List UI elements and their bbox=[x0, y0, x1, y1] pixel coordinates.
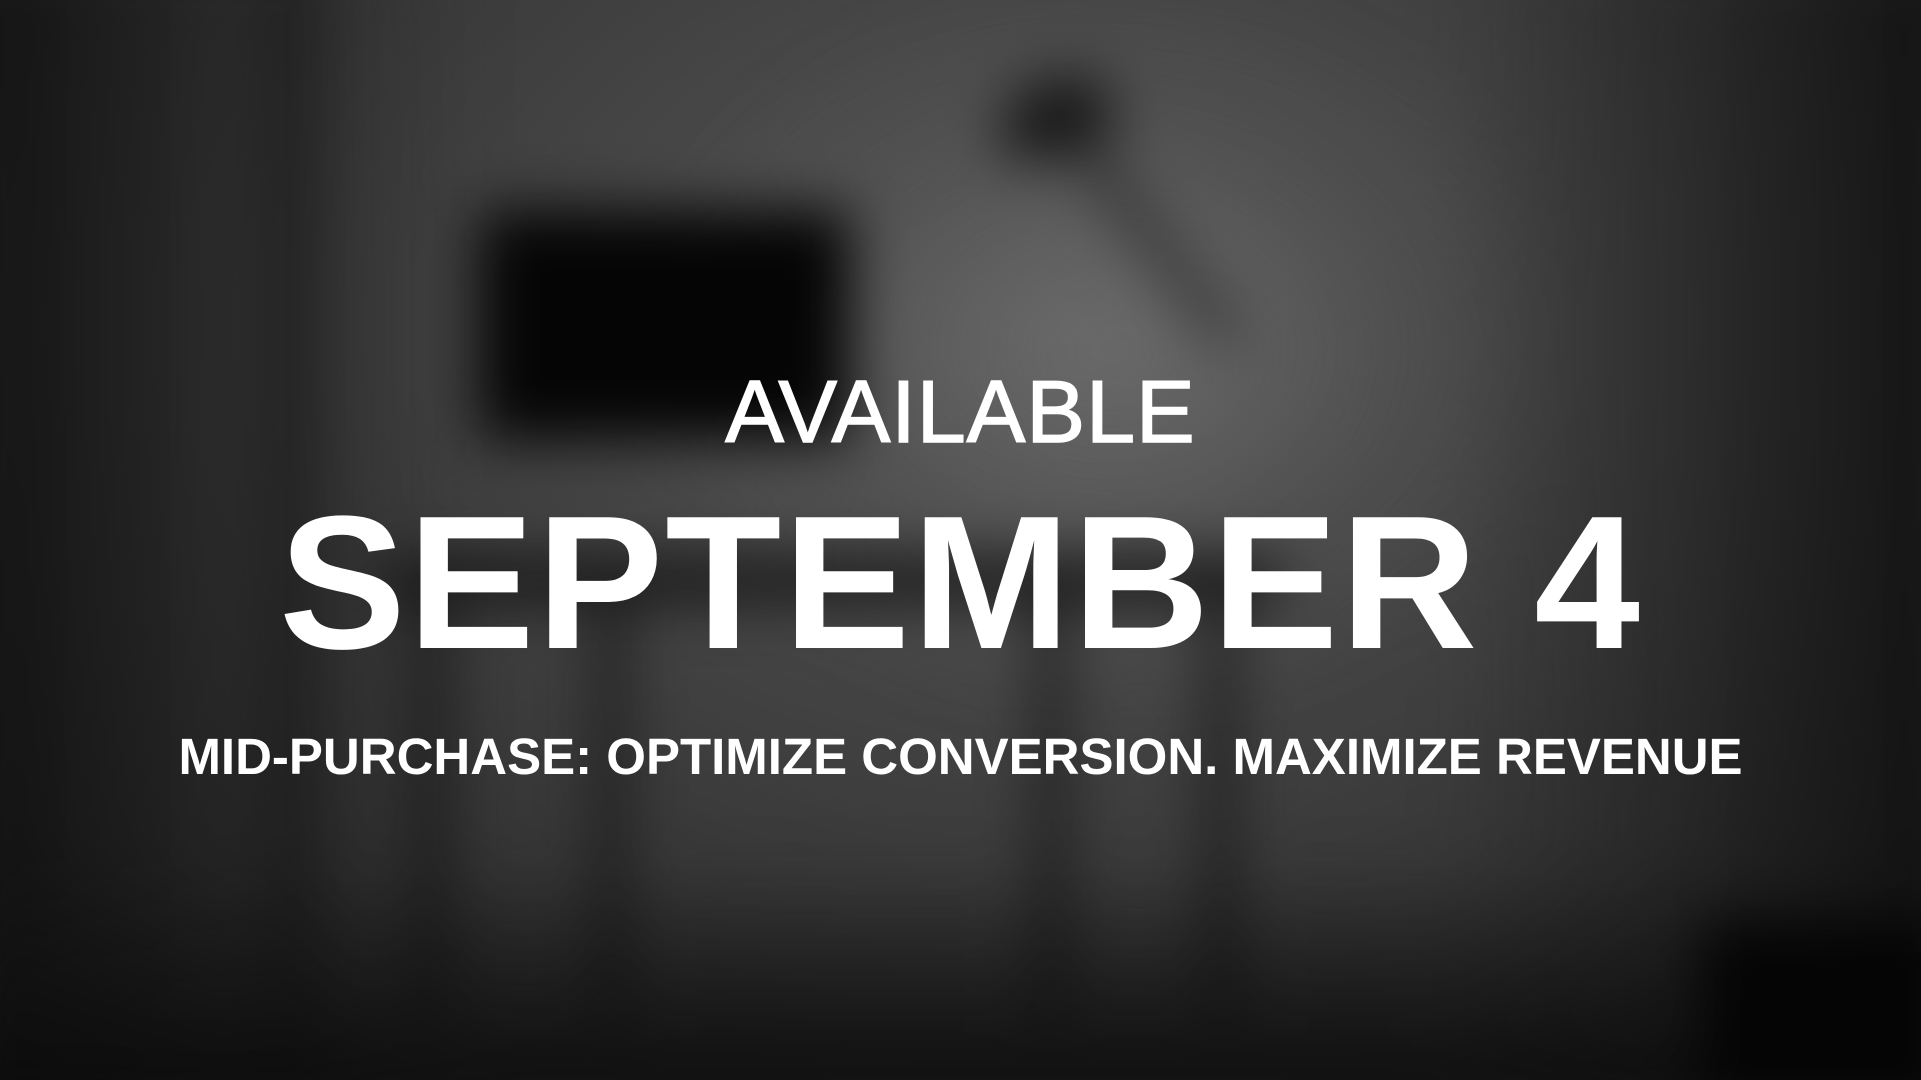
kicker-text: AVAILABLE bbox=[725, 362, 1196, 461]
slide-canvas: AVAILABLE SEPTEMBER 4 MID-PURCHASE: OPTI… bbox=[0, 0, 1921, 1080]
release-date-headline: SEPTEMBER 4 bbox=[279, 477, 1642, 689]
announcement-text-block: AVAILABLE SEPTEMBER 4 MID-PURCHASE: OPTI… bbox=[0, 0, 1921, 1080]
tagline-text: MID-PURCHASE: OPTIMIZE CONVERSION. MAXIM… bbox=[178, 728, 1743, 785]
